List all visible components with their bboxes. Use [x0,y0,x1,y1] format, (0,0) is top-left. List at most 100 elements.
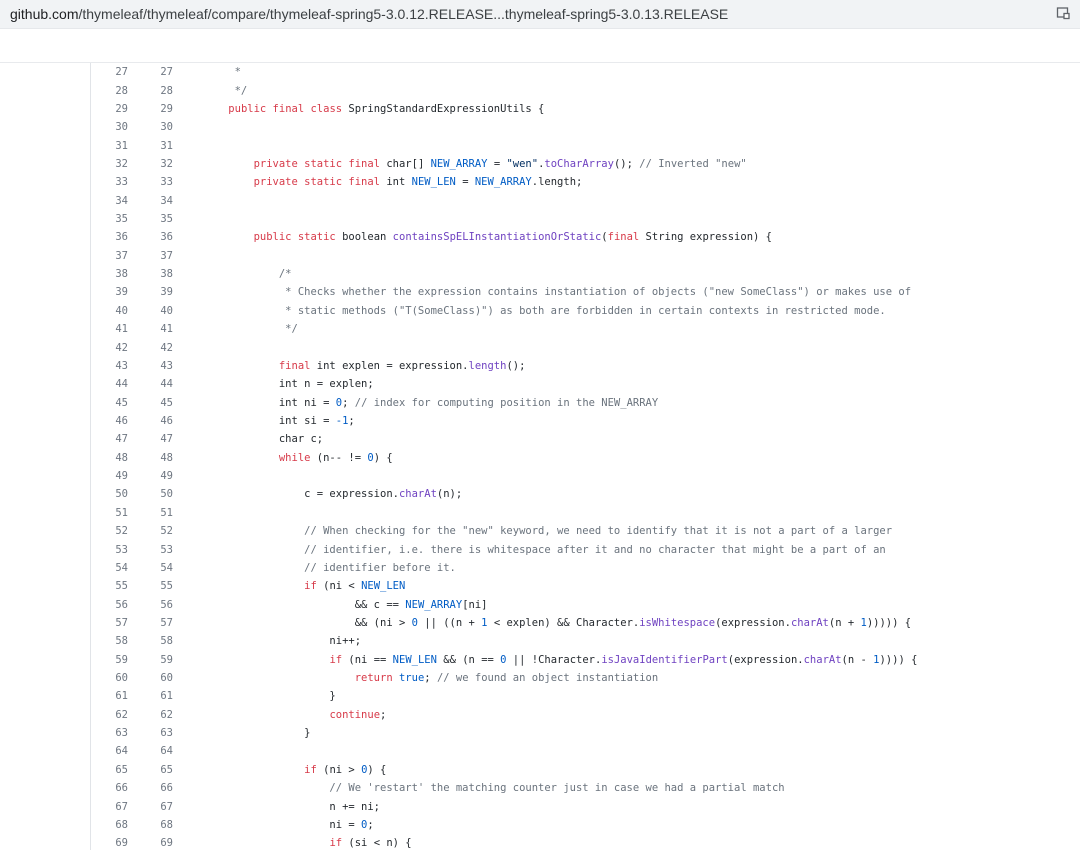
new-line-number[interactable]: 52 [128,525,173,537]
old-line-number[interactable]: 37 [91,250,128,262]
new-line-number[interactable]: 64 [128,745,173,757]
new-line-number[interactable]: 41 [128,323,173,335]
old-line-number[interactable]: 62 [91,709,128,721]
new-line-number[interactable]: 46 [128,415,173,427]
new-line-number[interactable]: 31 [128,140,173,152]
old-line-number[interactable]: 53 [91,544,128,556]
new-line-number[interactable]: 28 [128,85,173,97]
old-line-number[interactable]: 60 [91,672,128,684]
new-line-number[interactable]: 62 [128,709,173,721]
old-line-number[interactable]: 41 [91,323,128,335]
new-line-number[interactable]: 37 [128,250,173,262]
old-line-number[interactable]: 49 [91,470,128,482]
old-line-number[interactable]: 44 [91,378,128,390]
new-line-number[interactable]: 56 [128,599,173,611]
new-line-number[interactable]: 50 [128,488,173,500]
old-line-number[interactable]: 29 [91,103,128,115]
old-line-number[interactable]: 69 [91,837,128,849]
new-line-number[interactable]: 39 [128,286,173,298]
new-line-number[interactable]: 34 [128,195,173,207]
old-line-number[interactable]: 31 [91,140,128,152]
old-line-number[interactable]: 43 [91,360,128,372]
old-line-number[interactable]: 50 [91,488,128,500]
new-line-number[interactable]: 27 [128,66,173,78]
new-line-number[interactable]: 49 [128,470,173,482]
new-line-number[interactable]: 38 [128,268,173,280]
old-line-number[interactable]: 56 [91,599,128,611]
new-line-number[interactable]: 67 [128,801,173,813]
url-text[interactable]: github.com/thymeleaf/thymeleaf/compare/t… [10,6,728,22]
new-line-number[interactable]: 55 [128,580,173,592]
old-line-number[interactable]: 48 [91,452,128,464]
new-line-number[interactable]: 40 [128,305,173,317]
new-line-number[interactable]: 33 [128,176,173,188]
old-line-number[interactable]: 64 [91,745,128,757]
new-line-number[interactable]: 47 [128,433,173,445]
old-line-number[interactable]: 57 [91,617,128,629]
old-line-number[interactable]: 33 [91,176,128,188]
diff-line: 39 39 * Checks whether the expression con… [91,283,1080,301]
old-line-number[interactable]: 47 [91,433,128,445]
new-line-number[interactable]: 32 [128,158,173,170]
new-line-number[interactable]: 69 [128,837,173,849]
new-line-number[interactable]: 44 [128,378,173,390]
new-line-number[interactable]: 48 [128,452,173,464]
old-line-number[interactable]: 51 [91,507,128,519]
old-line-number[interactable]: 39 [91,286,128,298]
new-line-number[interactable]: 66 [128,782,173,794]
diff-line: 42 42 [91,338,1080,356]
code-token: true [398,672,425,685]
code-token: ) { [367,763,387,776]
old-line-number[interactable]: 34 [91,195,128,207]
old-line-number[interactable]: 35 [91,213,128,225]
code-token: ; [380,708,387,721]
old-line-number[interactable]: 45 [91,397,128,409]
new-line-number[interactable]: 58 [128,635,173,647]
new-line-number[interactable]: 59 [128,654,173,666]
code-token: -1 [335,415,349,427]
new-line-number[interactable]: 45 [128,397,173,409]
new-line-number[interactable]: 30 [128,121,173,133]
new-line-number[interactable]: 63 [128,727,173,739]
new-line-number[interactable]: 35 [128,213,173,225]
diff-line: 49 49 [91,467,1080,485]
old-line-number[interactable]: 61 [91,690,128,702]
new-line-number[interactable]: 61 [128,690,173,702]
new-line-number[interactable]: 65 [128,764,173,776]
new-line-number[interactable]: 68 [128,819,173,831]
old-line-number[interactable]: 32 [91,158,128,170]
new-line-number[interactable]: 54 [128,562,173,574]
old-line-number[interactable]: 36 [91,231,128,243]
old-line-number[interactable]: 66 [91,782,128,794]
old-line-number[interactable]: 58 [91,635,128,647]
old-line-number[interactable]: 67 [91,801,128,813]
code-token: // identifier, i.e. there is whitespace … [203,543,886,556]
code-line: int n = explen; [173,378,374,390]
old-line-number[interactable]: 65 [91,764,128,776]
old-line-number[interactable]: 38 [91,268,128,280]
old-line-number[interactable]: 46 [91,415,128,427]
code-line: if (ni == NEW_LEN && (n == 0 || !Charact… [173,654,917,666]
old-line-number[interactable]: 40 [91,305,128,317]
old-line-number[interactable]: 27 [91,66,128,78]
old-line-number[interactable]: 30 [91,121,128,133]
new-line-number[interactable]: 53 [128,544,173,556]
old-line-number[interactable]: 59 [91,654,128,666]
new-line-number[interactable]: 43 [128,360,173,372]
new-line-number[interactable]: 57 [128,617,173,629]
old-line-number[interactable]: 28 [91,85,128,97]
old-line-number[interactable]: 54 [91,562,128,574]
new-line-number[interactable]: 42 [128,342,173,354]
old-line-number[interactable]: 55 [91,580,128,592]
new-line-number[interactable]: 29 [128,103,173,115]
old-line-number[interactable]: 42 [91,342,128,354]
new-line-number[interactable]: 36 [128,231,173,243]
old-line-number[interactable]: 52 [91,525,128,537]
screen-capture-icon[interactable] [1056,6,1070,20]
old-line-number[interactable]: 63 [91,727,128,739]
new-line-number[interactable]: 51 [128,507,173,519]
old-line-number[interactable]: 68 [91,819,128,831]
address-bar[interactable]: github.com/thymeleaf/thymeleaf/compare/t… [0,0,1080,29]
new-line-number[interactable]: 60 [128,672,173,684]
